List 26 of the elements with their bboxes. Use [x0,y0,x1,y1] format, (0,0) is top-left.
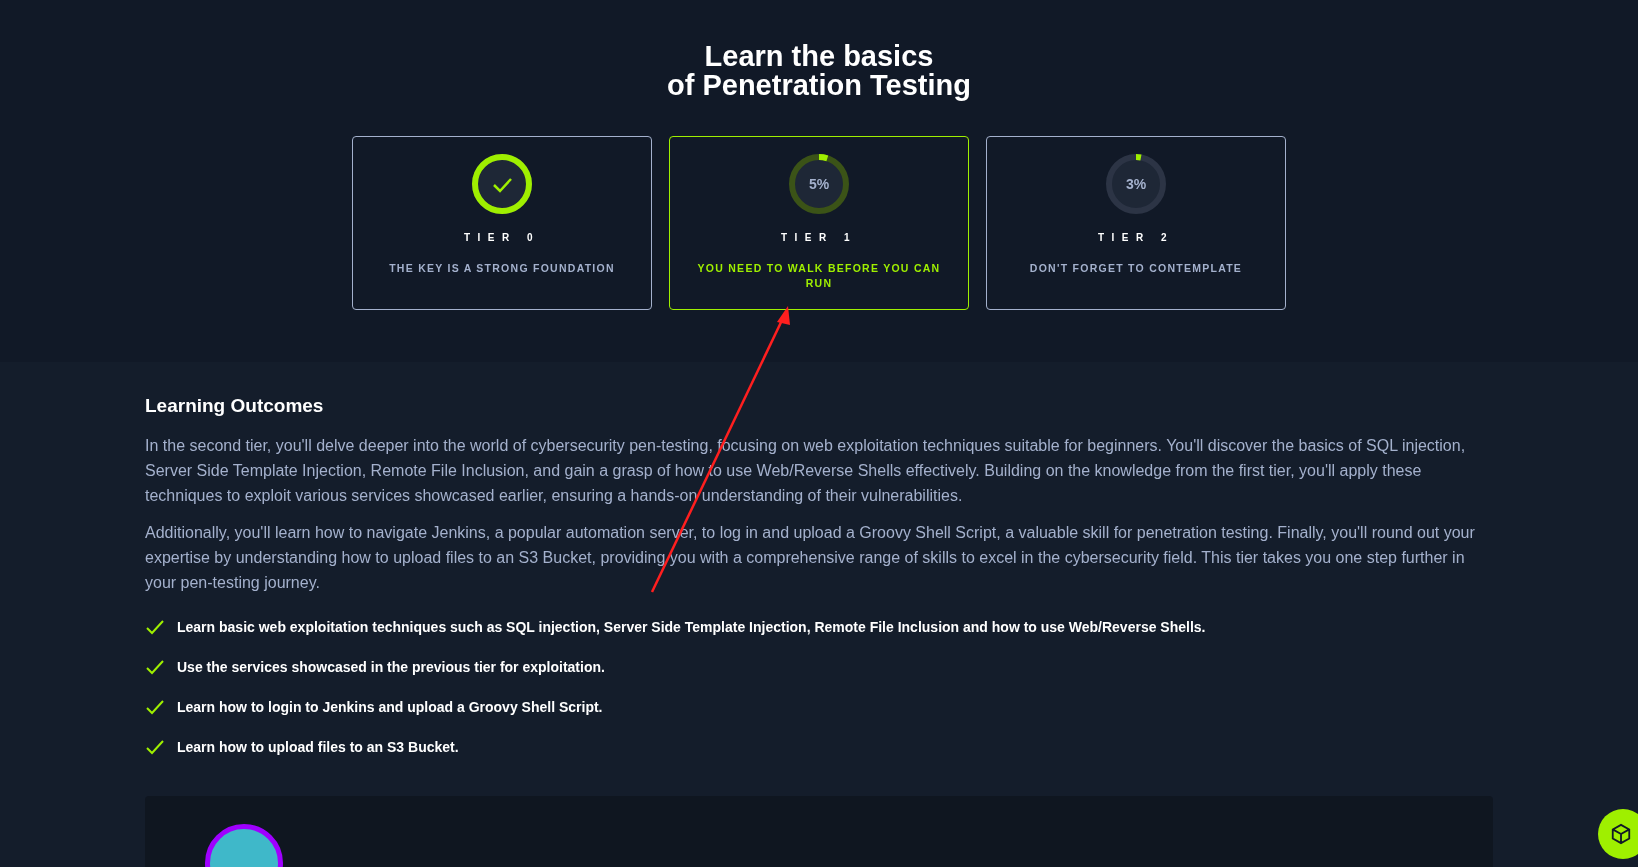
page-title: Learn the basics of Penetration Testing [667,42,971,100]
tier-label: TIER 0 [463,231,541,245]
progress-ring [1104,152,1168,216]
tier-subtitle: DON'T FORGET TO CONTEMPLATE [1028,261,1244,276]
checklist-item: Learn how to login to Jenkins and upload a Groovy Shell Script. [177,697,603,717]
progress-percent: 3% [1125,174,1147,194]
checklist-item: Learn how to upload files to an S3 Bucket. [177,737,459,757]
checklist-item: Use the services showcased in the previous tier for exploitation. [177,657,605,677]
checklist-item: Learn basic web exploitation techniques such as SQL injection, Server Side Template Injection, Remote File Inclusion and how to use Web/Reverse Shells. [177,617,1206,637]
tier-card[interactable]: 5% TIER 1 YOU NEED TO WALK BEFORE YOU CAN RUN [669,136,969,310]
completed-ring-icon [470,152,534,216]
check-icon [145,619,165,635]
check-icon [145,659,165,675]
cube-icon [1610,823,1632,845]
check-icon [145,739,165,755]
tier-label: TIER 2 [1097,231,1175,245]
tier-card[interactable]: TIER 0 THE KEY IS A STRONG FOUNDATION [352,136,652,310]
tier-subtitle: YOU NEED TO WALK BEFORE YOU CAN RUN [696,261,942,291]
check-icon [145,699,165,715]
tier-subtitle: THE KEY IS A STRONG FOUNDATION [388,261,616,276]
tier-label: TIER 1 [780,231,858,245]
floating-action-button[interactable] [1598,809,1638,859]
section-heading: Learning Outcomes [145,394,325,418]
progress-percent: 5% [808,174,830,194]
tier-card[interactable]: 3% TIER 2 DON'T FORGET TO CONTEMPLATE [986,136,1286,310]
progress-ring [787,152,851,216]
